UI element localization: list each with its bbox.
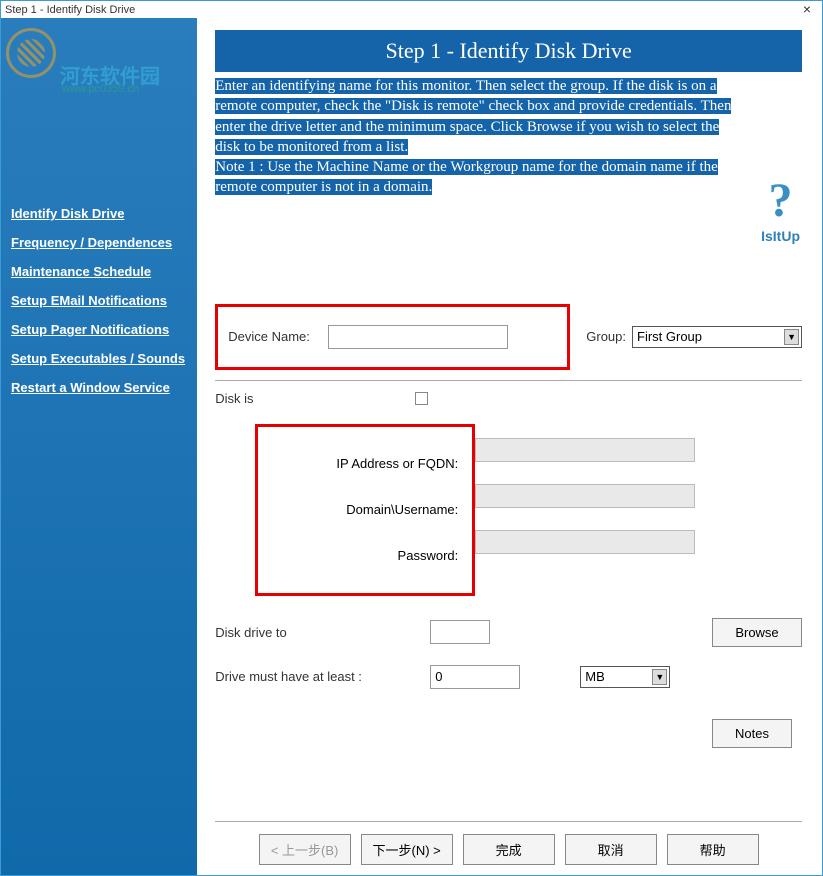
page-title: Step 1 - Identify Disk Drive: [215, 30, 802, 72]
nav-restart-service[interactable]: Restart a Window Service: [11, 380, 187, 395]
domain-user-input[interactable]: [475, 484, 695, 508]
isitup-logo: ? IsItUp: [761, 173, 800, 244]
back-button[interactable]: < 上一步(B): [259, 834, 351, 865]
help-button[interactable]: 帮助: [667, 834, 759, 865]
domain-user-label: Domain\Username:: [346, 502, 458, 517]
disk-is-remote-checkbox[interactable]: [415, 392, 428, 405]
drive-min-input[interactable]: [430, 665, 520, 689]
sidebar: 河东软件园 www.pc0359.cn Identify Disk Drive …: [1, 18, 197, 875]
disk-drive-input[interactable]: [430, 620, 490, 644]
device-name-input[interactable]: [328, 325, 508, 349]
titlebar: Step 1 - Identify Disk Drive ×: [1, 1, 822, 18]
wizard-buttons: < 上一步(B) 下一步(N) > 完成 取消 帮助: [215, 821, 802, 865]
nav-email[interactable]: Setup EMail Notifications: [11, 293, 187, 308]
device-name-highlight: Device Name:: [215, 304, 570, 370]
content-pane: Step 1 - Identify Disk Drive Enter an id…: [197, 18, 822, 875]
nav-executables[interactable]: Setup Executables / Sounds: [11, 351, 187, 366]
ip-input[interactable]: [475, 438, 695, 462]
drive-min-label: Drive must have at least :: [215, 669, 430, 684]
nav-frequency[interactable]: Frequency / Dependences: [11, 235, 187, 250]
browse-button[interactable]: Browse: [712, 618, 802, 647]
disk-drive-label: Disk drive to: [215, 625, 430, 640]
question-icon: ?: [761, 173, 800, 228]
instructions: Enter an identifying name for this monit…: [215, 76, 732, 198]
nav-maintenance[interactable]: Maintenance Schedule: [11, 264, 187, 279]
nav-pager[interactable]: Setup Pager Notifications: [11, 322, 187, 337]
nav-identify-disk[interactable]: Identify Disk Drive: [11, 206, 187, 221]
nav-list: Identify Disk Drive Frequency / Dependen…: [11, 206, 187, 395]
password-label: Password:: [398, 548, 459, 563]
device-name-label: Device Name:: [228, 329, 310, 344]
password-input[interactable]: [475, 530, 695, 554]
group-label: Group:: [586, 329, 626, 344]
drive-min-unit-select[interactable]: MB: [580, 666, 670, 688]
next-button[interactable]: 下一步(N) >: [361, 834, 453, 865]
close-icon[interactable]: ×: [792, 2, 822, 17]
remote-credentials-highlight: IP Address or FQDN: Domain\Username: Pas…: [255, 424, 475, 596]
group-select[interactable]: First Group: [632, 326, 802, 348]
disk-is-label: Disk is: [215, 391, 415, 406]
cancel-button[interactable]: 取消: [565, 834, 657, 865]
watermark-logo: 河东软件园 www.pc0359.cn: [6, 28, 160, 95]
finish-button[interactable]: 完成: [463, 834, 555, 865]
ip-label: IP Address or FQDN:: [336, 456, 458, 471]
window-title: Step 1 - Identify Disk Drive: [5, 4, 135, 16]
notes-button[interactable]: Notes: [712, 719, 792, 748]
